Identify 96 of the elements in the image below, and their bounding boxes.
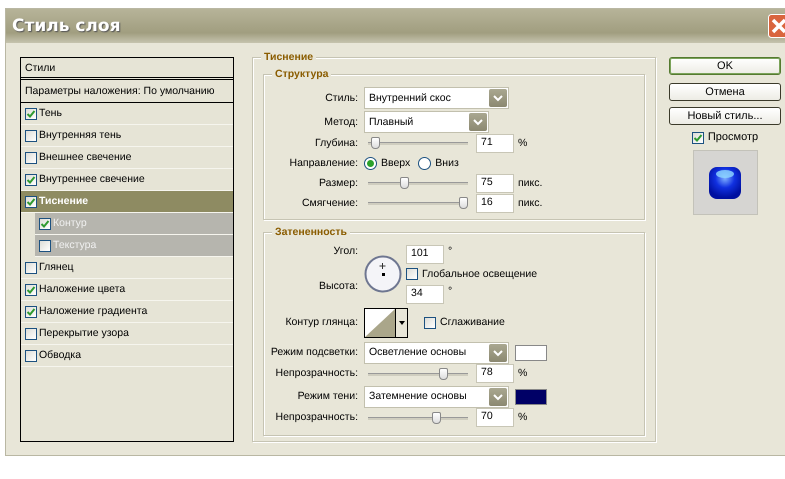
number-field[interactable]: 78 — [476, 364, 514, 384]
checkbox[interactable] — [25, 152, 37, 164]
caret-icon[interactable] — [489, 89, 507, 107]
dropdown[interactable]: Плавный — [364, 111, 489, 133]
field-label: Высота: — [318, 280, 359, 293]
checkbox[interactable] — [25, 328, 37, 340]
dialog-button[interactable]: OK — [669, 57, 781, 75]
style-label: Наложение цвета — [39, 283, 126, 296]
field-label: Режим подсветки: — [270, 346, 359, 359]
caret-icon[interactable] — [469, 113, 487, 131]
style-item[interactable]: Наложение градиента — [21, 301, 233, 323]
group-title: Структура — [272, 68, 332, 80]
radio-label: Вверх — [381, 156, 410, 170]
style-label: Тень — [39, 107, 62, 120]
style-item[interactable]: Глянец — [21, 257, 233, 279]
field-label: Метод: — [323, 116, 359, 128]
number-field[interactable]: 34 — [406, 284, 444, 304]
field-label: Угол: — [332, 245, 359, 258]
unit-label: пикс. — [518, 176, 542, 190]
field-label: Режим тени: — [296, 390, 359, 403]
checkbox[interactable] — [25, 130, 37, 142]
style-item[interactable]: Наложение цвета — [21, 279, 233, 301]
caret-icon[interactable] — [489, 388, 507, 406]
radio-button[interactable] — [364, 156, 377, 170]
caret-icon[interactable] — [489, 344, 507, 362]
field-label: Смягчение: — [300, 196, 359, 210]
field-label: Стиль: — [324, 92, 359, 104]
style-label: Перекрытие узора — [39, 327, 129, 340]
field-label: Непрозрачность: — [274, 367, 359, 380]
style-label: Контур — [53, 217, 87, 230]
close-icon[interactable] — [768, 14, 785, 38]
style-label: Внешнее свечение — [39, 151, 132, 164]
number-field[interactable]: 75 — [476, 174, 514, 192]
checkbox-label: Просмотр — [708, 131, 758, 144]
checkbox-label: Глобальное освещение — [422, 268, 538, 281]
style-label: Внутренняя тень — [39, 129, 122, 142]
checkbox[interactable] — [406, 268, 418, 280]
style-item[interactable]: Внешнее свечение — [21, 147, 233, 169]
unit-label: пикс. — [518, 196, 542, 210]
slider-thumb[interactable] — [400, 177, 409, 189]
blending-options-item[interactable]: Параметры наложения: По умолчанию — [21, 80, 233, 103]
style-label: Тиснение — [39, 195, 88, 208]
dropdown[interactable]: Внутренний скос — [364, 87, 509, 109]
contour-picker[interactable] — [364, 308, 408, 338]
slider-thumb[interactable] — [438, 368, 448, 380]
checkbox[interactable] — [25, 174, 37, 186]
color-swatch[interactable] — [515, 344, 547, 361]
panel-header: Стили — [21, 58, 233, 80]
unit-label: % — [518, 367, 528, 380]
checkbox[interactable] — [25, 350, 37, 362]
style-label: Внутреннее свечение — [39, 173, 145, 186]
unit-label: ° — [448, 245, 452, 258]
number-field[interactable]: 70 — [476, 408, 514, 428]
dropdown[interactable]: Осветление основы — [364, 342, 509, 364]
field-label: Контур глянца: — [284, 316, 359, 329]
number-field[interactable]: 101 — [406, 245, 444, 264]
field-label: Непрозрачность: — [274, 411, 359, 424]
color-swatch[interactable] — [515, 388, 547, 405]
number-field[interactable]: 16 — [476, 194, 514, 212]
slider-thumb[interactable] — [370, 137, 380, 149]
dialog-button[interactable]: Новый стиль... — [669, 107, 781, 125]
style-item[interactable]: Тень — [21, 103, 233, 125]
checkbox[interactable] — [25, 262, 37, 274]
group-title: Тиснение — [261, 51, 316, 63]
checkbox[interactable] — [692, 132, 704, 144]
unit-label: % — [518, 411, 528, 424]
number-field[interactable]: 71 — [476, 134, 514, 152]
checkbox[interactable] — [25, 196, 37, 208]
checkbox[interactable] — [39, 218, 51, 230]
unit-label: ° — [448, 284, 452, 298]
checkbox[interactable] — [39, 240, 51, 252]
radio-button[interactable] — [418, 156, 432, 170]
style-label: Обводка — [39, 349, 82, 362]
dropdown[interactable]: Затемнение основы — [364, 386, 509, 408]
dialog-button[interactable]: Отмена — [669, 83, 781, 101]
style-label: Текстура — [53, 239, 96, 252]
slider-thumb[interactable] — [432, 412, 441, 424]
checkbox[interactable] — [25, 108, 37, 120]
window-title: Стиль слоя — [12, 16, 120, 36]
checkbox[interactable] — [424, 316, 436, 329]
style-item[interactable]: Перекрытие узора — [21, 323, 233, 345]
style-item[interactable]: Внутренняя тень — [21, 125, 233, 147]
checkbox-label: Сглаживание — [440, 316, 505, 329]
style-label: Глянец — [39, 261, 74, 274]
checkbox[interactable] — [25, 284, 37, 296]
unit-label: % — [518, 136, 528, 150]
style-item[interactable]: Обводка — [21, 345, 233, 367]
field-label: Размер: — [318, 176, 359, 190]
style-label: Наложение градиента — [39, 305, 148, 318]
angle-dial[interactable] — [364, 255, 402, 293]
field-label: Глубина: — [314, 136, 359, 150]
group-title: Затененность — [272, 226, 350, 238]
checkbox[interactable] — [25, 306, 37, 318]
field-label: Направление: — [288, 156, 359, 170]
radio-label: Вниз — [435, 156, 459, 170]
slider-thumb[interactable] — [459, 197, 468, 209]
